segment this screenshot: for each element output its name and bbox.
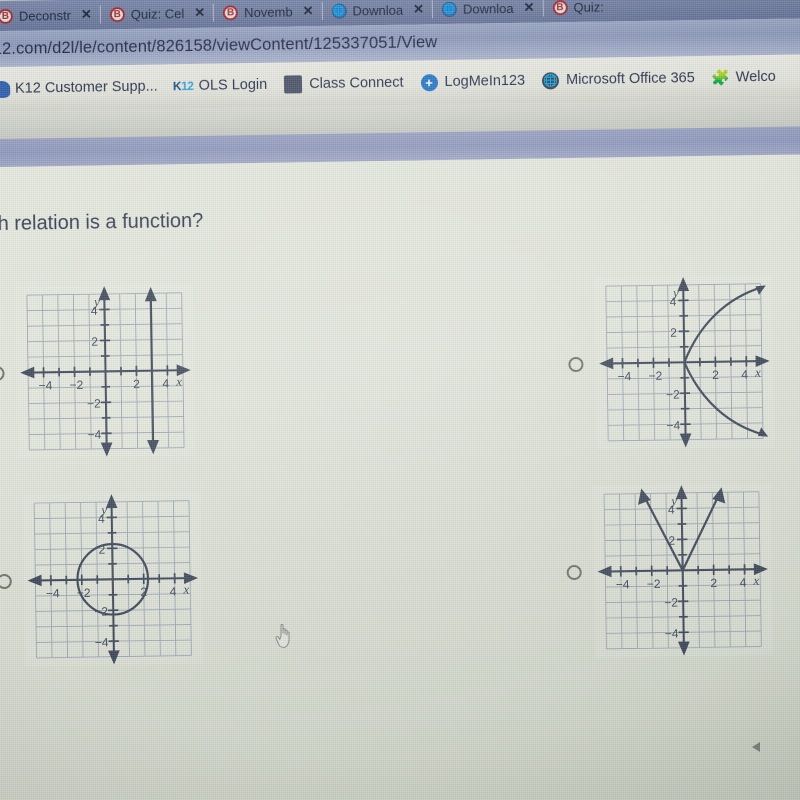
page-content: ich relation is a function? y x −4 −2 2 …	[0, 154, 800, 800]
svg-text:−4: −4	[616, 577, 630, 591]
bookmark-k12-customer-support[interactable]: K12 Customer Supp...	[0, 78, 158, 98]
bookmark-label: LogMeIn123	[444, 72, 526, 91]
svg-text:−2: −2	[666, 387, 680, 401]
svg-text:2: 2	[710, 576, 717, 590]
answer-choice-b[interactable]: yx −4 −2 24 42 −2 −4	[567, 274, 775, 450]
svg-text:x: x	[182, 583, 189, 597]
bookmark-label: K12 Customer Supp...	[14, 78, 158, 97]
svg-text:4: 4	[98, 512, 105, 526]
svg-text:2: 2	[712, 368, 719, 382]
svg-text:4: 4	[668, 503, 675, 517]
bookmark-label: Microsoft Office 365	[565, 70, 695, 89]
browser-tab-2[interactable]: B Novemb ✕	[213, 0, 322, 28]
svg-text:−4: −4	[666, 418, 680, 432]
answer-choice-a[interactable]: y x −4 −2 2 4 4 2 −2 −4	[0, 283, 196, 459]
svg-text:4: 4	[670, 295, 677, 309]
question-text: ich relation is a function?	[0, 209, 204, 236]
svg-text:4: 4	[741, 367, 748, 381]
browser-window: B Deconstr ✕ B Quiz: Cel ✕ B Novemb ✕ 🌐 …	[0, 0, 800, 800]
close-icon[interactable]: ✕	[413, 1, 424, 17]
tab-title: Novemb	[244, 3, 293, 20]
cloud-icon	[0, 80, 11, 98]
globe-icon: 🌐	[331, 3, 347, 19]
bookmark-class-connect[interactable]: Class Connect	[284, 74, 404, 94]
radio-button-a[interactable]	[0, 365, 5, 381]
answer-choices: y x −4 −2 2 4 4 2 −2 −4 y x −4 −2 2 4 4 …	[0, 274, 800, 667]
blackboard-icon: B	[552, 0, 568, 15]
photo-of-screen: B Deconstr ✕ B Quiz: Cel ✕ B Novemb ✕ 🌐 …	[0, 0, 800, 800]
svg-text:x: x	[752, 574, 759, 588]
graph-c-circle: yx −4 −2 24 42 −2 −4	[22, 491, 204, 667]
tab-title: Downloa	[462, 0, 514, 17]
address-bar-url[interactable]: k12.com/d2l/le/content/826158/viewConten…	[0, 33, 437, 59]
svg-text:4: 4	[170, 584, 177, 598]
svg-text:4: 4	[162, 377, 169, 391]
svg-text:−2: −2	[648, 369, 662, 383]
radio-button-c[interactable]	[0, 573, 12, 589]
svg-text:−2: −2	[647, 577, 661, 591]
blackboard-icon: B	[223, 4, 239, 20]
browser-tab-5[interactable]: B Quiz:	[542, 0, 612, 22]
svg-text:x: x	[754, 366, 761, 380]
svg-text:2: 2	[133, 377, 140, 391]
svg-text:−2: −2	[87, 397, 101, 411]
svg-text:2: 2	[670, 326, 677, 340]
blackboard-icon: B	[109, 6, 125, 22]
close-icon[interactable]: ✕	[302, 3, 313, 19]
svg-text:−4: −4	[665, 626, 679, 640]
tab-title: Deconstr	[18, 7, 72, 24]
bookmark-ols-login[interactable]: K 12 OLS Login	[172, 76, 268, 94]
svg-text:−4: −4	[46, 586, 60, 600]
answer-choice-d[interactable]: yx −4 −2 24 42 −2 −4	[565, 482, 774, 658]
blackboard-icon: B	[0, 8, 14, 24]
radio-button-b[interactable]	[568, 356, 584, 372]
k12-icon: K 12	[172, 78, 194, 94]
browser-tab-3[interactable]: 🌐 Downloa ✕	[321, 0, 432, 26]
globe-icon: 🌐	[441, 1, 458, 17]
tab-title: Quiz:	[573, 0, 604, 15]
tab-title: Downloa	[352, 2, 404, 18]
graph-b-sideways-parabola: yx −4 −2 24 42 −2 −4	[594, 274, 775, 450]
puzzle-icon: 🧩	[710, 69, 730, 87]
bookmark-label: Welco	[735, 68, 776, 86]
svg-text:−4: −4	[87, 428, 101, 442]
bookmark-label: Class Connect	[309, 74, 404, 93]
answer-choice-c[interactable]: yx −4 −2 24 42 −2 −4	[0, 491, 204, 667]
tab-title: Quiz: Cel	[130, 5, 185, 22]
browser-tab-4[interactable]: 🌐 Downloa ✕	[432, 0, 543, 24]
bookmark-welcome[interactable]: 🧩 Welco	[710, 68, 776, 87]
pointing-hand-cursor	[275, 623, 290, 649]
svg-text:−4: −4	[95, 635, 109, 649]
bookmark-logmein123[interactable]: + LogMeIn123	[420, 72, 525, 91]
close-icon[interactable]: ✕	[81, 7, 92, 23]
square-icon	[284, 75, 303, 94]
svg-text:x: x	[175, 375, 182, 389]
browser-tab-0[interactable]: B Deconstr ✕	[0, 0, 100, 31]
svg-text:4: 4	[91, 304, 98, 318]
close-icon[interactable]: ✕	[523, 0, 534, 16]
browser-tab-1[interactable]: B Quiz: Cel ✕	[100, 0, 214, 29]
bookmark-microsoft-office-365[interactable]: 🌐 Microsoft Office 365	[541, 70, 695, 89]
left-arrow-icon[interactable]	[752, 742, 760, 752]
svg-text:4: 4	[740, 576, 747, 590]
close-icon[interactable]: ✕	[194, 5, 205, 21]
radio-button-d[interactable]	[566, 564, 582, 580]
plus-circle-icon: +	[420, 73, 438, 91]
svg-text:−2: −2	[69, 378, 83, 392]
graph-d-absolute-value: yx −4 −2 24 42 −2 −4	[592, 482, 774, 658]
svg-text:2: 2	[91, 335, 98, 349]
svg-text:−4: −4	[39, 378, 53, 392]
bookmark-label: OLS Login	[198, 76, 268, 94]
graph-a-vertical-line: y x −4 −2 2 4 4 2 −2 −4	[15, 283, 196, 459]
globe-icon: 🌐	[541, 71, 560, 89]
svg-text:−4: −4	[617, 369, 631, 383]
svg-text:−2: −2	[664, 596, 678, 610]
